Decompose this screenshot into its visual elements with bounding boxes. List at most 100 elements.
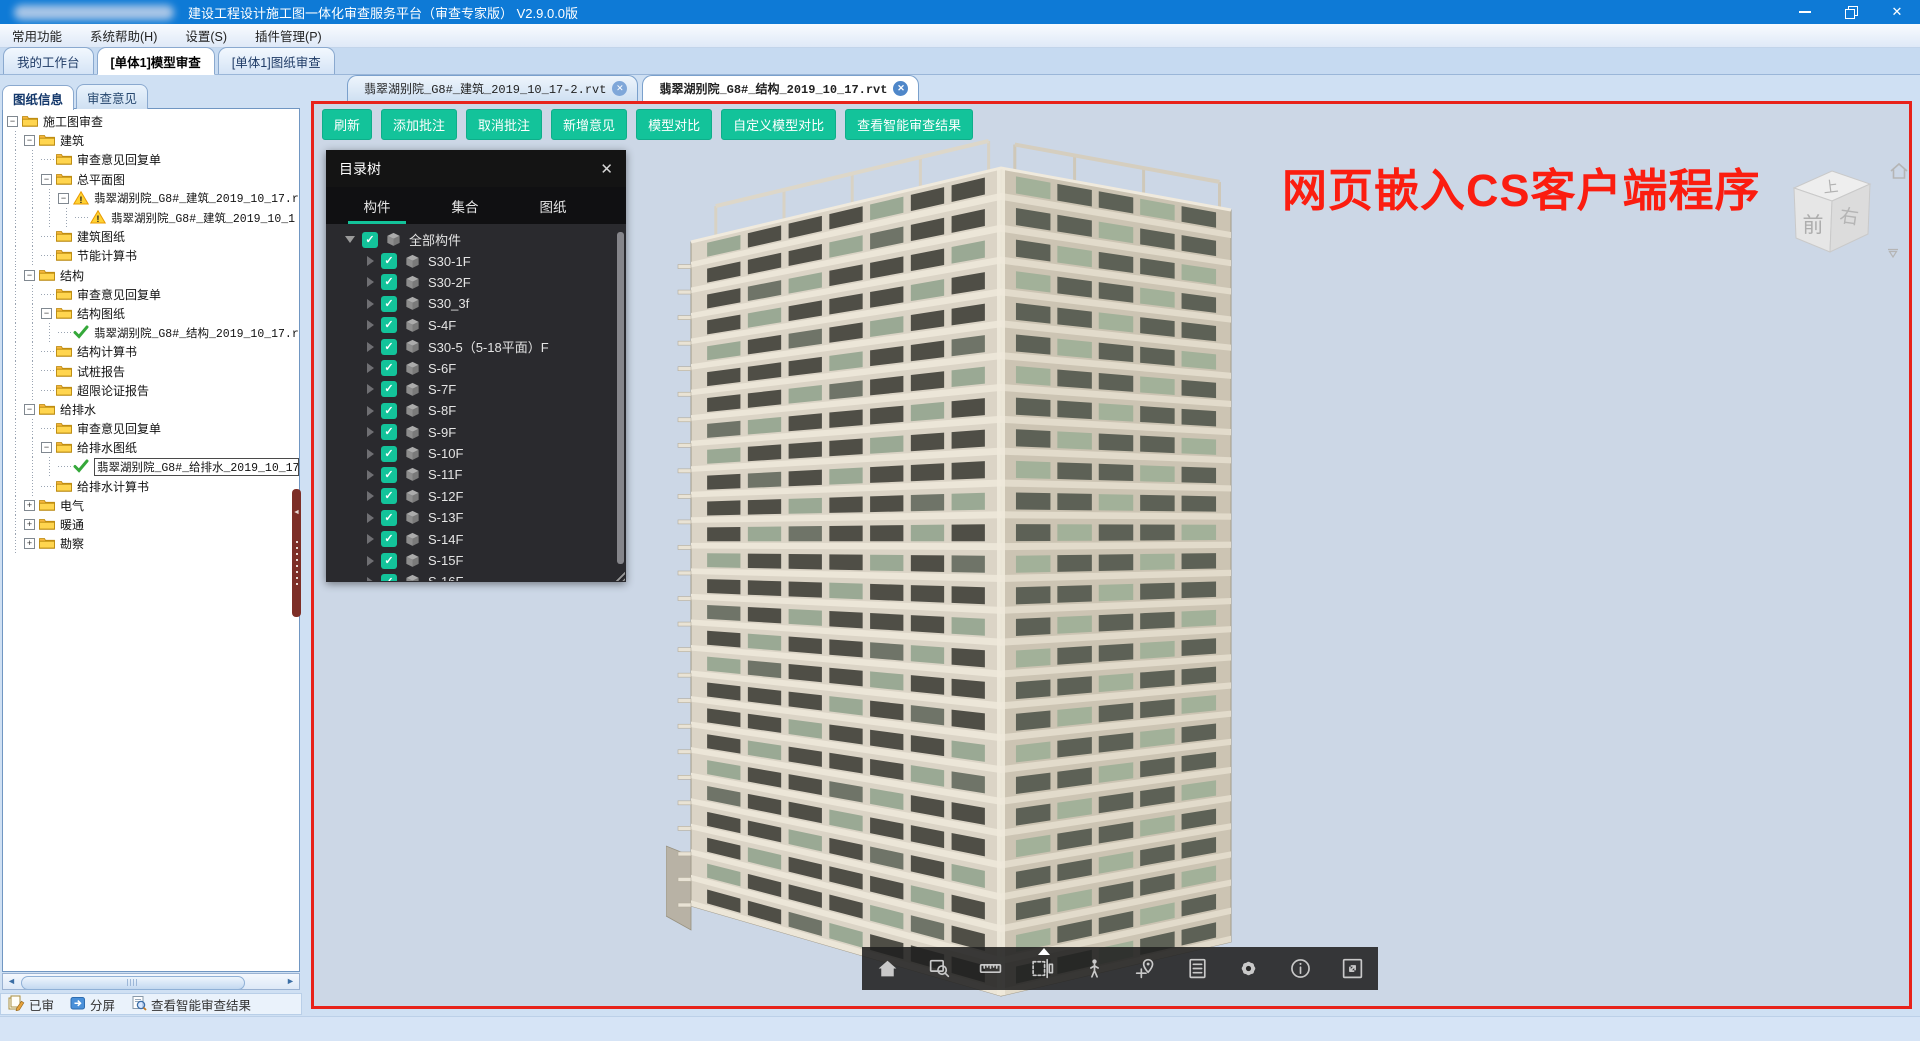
tree-item[interactable]: 翡翠湖别院_G8#_结构_2019_10_17.r bbox=[3, 323, 299, 342]
catalog-item[interactable]: ✓S-7F bbox=[326, 379, 626, 400]
tree-item[interactable]: −建筑 bbox=[3, 131, 299, 150]
scroll-left-arrow[interactable]: ◄ bbox=[4, 975, 19, 988]
sidebar-tab-2[interactable]: 审查意见 bbox=[76, 84, 148, 109]
menu-item-2[interactable]: 系统帮助(H) bbox=[90, 26, 157, 45]
tree-item[interactable]: +电气 bbox=[3, 496, 299, 515]
viewer-settings-button[interactable] bbox=[1232, 952, 1266, 986]
main-tab-3[interactable]: [单体1]图纸审查 bbox=[218, 47, 335, 74]
tree-item[interactable]: −结构图纸 bbox=[3, 304, 299, 323]
document-tab-2[interactable]: 翡翠湖别院_G8#_结构_2019_10_17.rvt✕ bbox=[642, 75, 919, 101]
tree-expander[interactable]: − bbox=[24, 135, 35, 146]
item-checkbox[interactable]: ✓ bbox=[381, 339, 397, 355]
expand-triangle-icon[interactable] bbox=[367, 342, 374, 352]
tree-item[interactable]: −结构 bbox=[3, 266, 299, 285]
restore-button[interactable] bbox=[1828, 0, 1874, 24]
tree-expander[interactable]: + bbox=[24, 538, 35, 549]
expand-triangle-icon[interactable] bbox=[367, 427, 374, 437]
item-checkbox[interactable]: ✓ bbox=[381, 403, 397, 419]
catalog-item[interactable]: ✓S-4F bbox=[326, 315, 626, 336]
tree-item[interactable]: −总平面图 bbox=[3, 170, 299, 189]
scrollbar-thumb[interactable] bbox=[21, 976, 245, 990]
tree-item[interactable]: 给排水计算书 bbox=[3, 477, 299, 496]
cube-menu-button[interactable] bbox=[1886, 246, 1900, 264]
tree-expander[interactable]: − bbox=[24, 404, 35, 415]
catalog-tab-1[interactable]: 构件 bbox=[340, 187, 414, 224]
sidebar-tab-1[interactable]: 图纸信息 bbox=[2, 85, 74, 110]
item-checkbox[interactable]: ✓ bbox=[381, 424, 397, 440]
viewer-measure-button[interactable] bbox=[974, 952, 1008, 986]
item-checkbox[interactable]: ✓ bbox=[381, 467, 397, 483]
item-checkbox[interactable]: ✓ bbox=[381, 296, 397, 312]
catalog-item[interactable]: ✓S-14F bbox=[326, 528, 626, 549]
home-view-button[interactable] bbox=[1888, 160, 1910, 187]
sidebar-horizontal-scrollbar[interactable]: ◄ ► bbox=[2, 973, 300, 990]
tree-expander[interactable]: − bbox=[58, 193, 69, 204]
status-item-1[interactable]: 已审 bbox=[8, 995, 54, 1014]
tree-expander[interactable]: − bbox=[7, 116, 18, 127]
catalog-item[interactable]: ✓S30-1F bbox=[326, 250, 626, 271]
tree-scrollbar-thumb[interactable]: ◄ bbox=[292, 489, 301, 617]
viewer-home-button[interactable] bbox=[871, 952, 905, 986]
close-button[interactable]: ✕ bbox=[1874, 0, 1920, 24]
model-toolbar-button-2[interactable]: 添加批注 bbox=[381, 109, 457, 140]
scroll-right-arrow[interactable]: ► bbox=[283, 975, 298, 988]
tree-item[interactable]: +勘察 bbox=[3, 534, 299, 553]
main-tab-2[interactable]: [单体1]模型审查 bbox=[97, 47, 215, 75]
item-checkbox[interactable]: ✓ bbox=[381, 360, 397, 376]
tree-item[interactable]: +暖通 bbox=[3, 515, 299, 534]
tree-item[interactable]: 审查意见回复单 bbox=[3, 419, 299, 438]
expand-triangle-icon[interactable] bbox=[367, 277, 374, 287]
menu-item-3[interactable]: 设置(S) bbox=[185, 26, 227, 45]
tab-close-button[interactable]: ✕ bbox=[612, 81, 627, 96]
catalog-item[interactable]: ✓S-15F bbox=[326, 550, 626, 571]
model-toolbar-button-3[interactable]: 取消批注 bbox=[466, 109, 542, 140]
catalog-item[interactable]: ✓S-11F bbox=[326, 464, 626, 485]
expand-triangle-icon[interactable] bbox=[367, 363, 374, 373]
expand-triangle-icon[interactable] bbox=[367, 256, 374, 266]
catalog-item[interactable]: ✓S30-2F bbox=[326, 272, 626, 293]
viewer-fullscreen-button[interactable] bbox=[1335, 952, 1369, 986]
catalog-header[interactable]: 目录树 ✕ bbox=[326, 150, 626, 187]
viewer-properties-button[interactable] bbox=[1180, 952, 1214, 986]
main-tab-1[interactable]: 我的工作台 bbox=[3, 47, 94, 74]
catalog-tab-3[interactable]: 图纸 bbox=[516, 187, 590, 224]
tree-item[interactable]: 结构计算书 bbox=[3, 342, 299, 361]
viewer-zoom-window-button[interactable] bbox=[922, 952, 956, 986]
catalog-item[interactable]: ✓S-8F bbox=[326, 400, 626, 421]
catalog-item[interactable]: ✓全部构件 bbox=[326, 229, 626, 250]
tree-expander[interactable]: − bbox=[24, 270, 35, 281]
tree-item[interactable]: −!翡翠湖别院_G8#_建筑_2019_10_17.r bbox=[3, 189, 299, 208]
item-checkbox[interactable]: ✓ bbox=[381, 553, 397, 569]
menu-item-1[interactable]: 常用功能 bbox=[12, 26, 62, 45]
catalog-item[interactable]: ✓S-10F bbox=[326, 443, 626, 464]
tree-item[interactable]: −给排水 bbox=[3, 400, 299, 419]
viewer-walk-button[interactable] bbox=[1077, 952, 1111, 986]
expand-triangle-icon[interactable] bbox=[367, 556, 374, 566]
item-checkbox[interactable]: ✓ bbox=[381, 253, 397, 269]
expand-triangle-icon[interactable] bbox=[367, 406, 374, 416]
viewer-info-button[interactable] bbox=[1284, 952, 1318, 986]
viewer-survey-pin-button[interactable] bbox=[1129, 952, 1163, 986]
expand-triangle-icon[interactable] bbox=[367, 320, 374, 330]
item-checkbox[interactable]: ✓ bbox=[381, 317, 397, 333]
catalog-item[interactable]: ✓S-6F bbox=[326, 357, 626, 378]
expand-triangle-icon[interactable] bbox=[367, 513, 374, 523]
menu-item-4[interactable]: 插件管理(P) bbox=[255, 26, 322, 45]
tree-expander[interactable]: + bbox=[24, 500, 35, 511]
tree-item[interactable]: −给排水图纸 bbox=[3, 438, 299, 457]
tree-expander[interactable]: − bbox=[41, 174, 52, 185]
model-toolbar-button-7[interactable]: 查看智能审查结果 bbox=[845, 109, 973, 140]
expand-triangle-icon[interactable] bbox=[367, 449, 374, 459]
catalog-close-button[interactable]: ✕ bbox=[600, 160, 613, 178]
viewer-section-button[interactable] bbox=[1026, 952, 1060, 986]
model-canvas[interactable] bbox=[666, 130, 1256, 1009]
tree-item[interactable]: 审查意见回复单 bbox=[3, 285, 299, 304]
expand-triangle-icon[interactable] bbox=[367, 299, 374, 309]
catalog-tab-2[interactable]: 集合 bbox=[428, 187, 502, 224]
catalog-item[interactable]: ✓S-12F bbox=[326, 486, 626, 507]
tree-expander[interactable]: − bbox=[41, 308, 52, 319]
minimize-button[interactable] bbox=[1782, 0, 1828, 24]
tree-item[interactable]: 审查意见回复单 bbox=[3, 150, 299, 169]
model-toolbar-button-4[interactable]: 新增意见 bbox=[551, 109, 627, 140]
catalog-scrollbar-thumb[interactable] bbox=[617, 232, 624, 564]
